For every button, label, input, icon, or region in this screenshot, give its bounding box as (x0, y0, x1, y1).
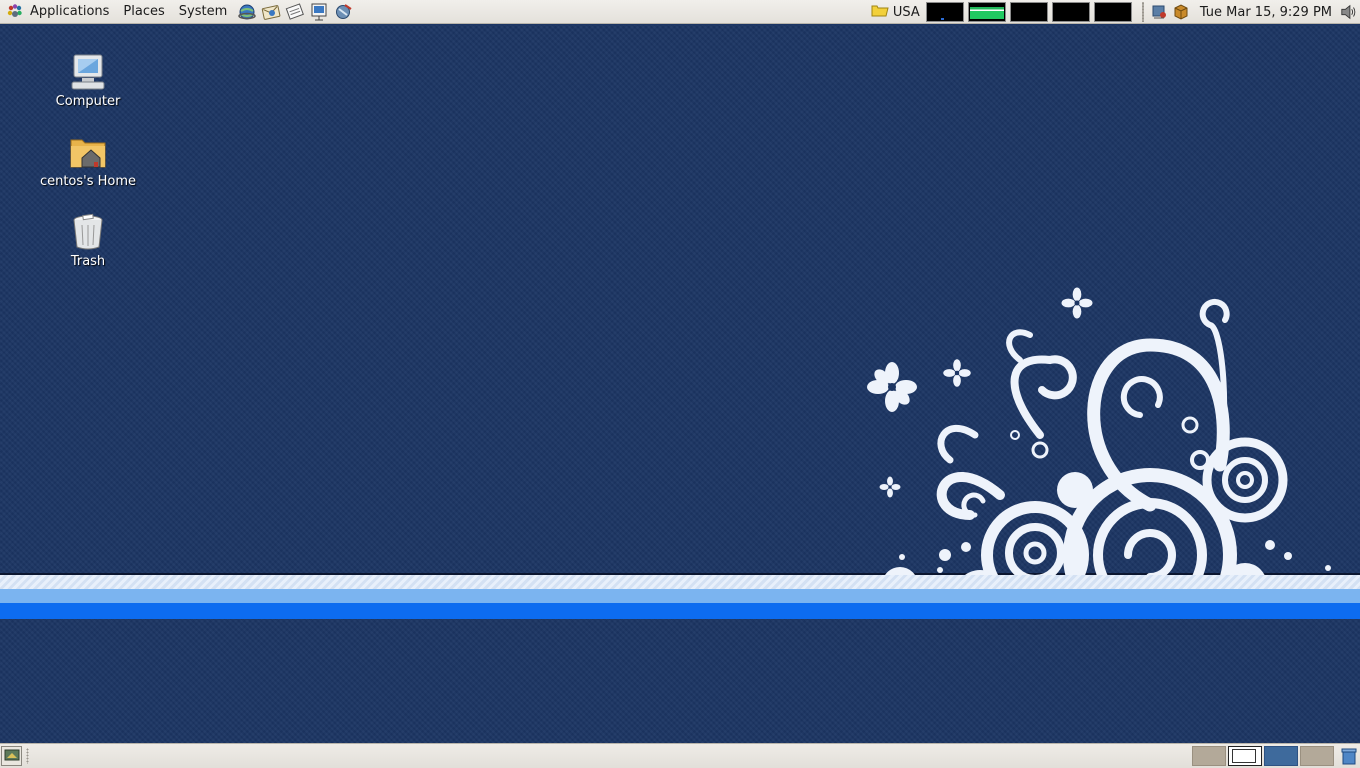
applications-menu-label: Applications (30, 3, 110, 19)
wallpaper-stripe-blue (0, 603, 1360, 619)
load-monitor-graph (1093, 2, 1132, 22)
network-manager-icon[interactable] (1150, 2, 1168, 22)
desktop-background[interactable] (0, 25, 1360, 743)
bottom-panel (0, 743, 1360, 768)
trash-applet-icon[interactable] (1339, 746, 1359, 766)
launchers (236, 2, 354, 22)
top-panel: Applications Places System USA Tue Mar 1… (0, 0, 1360, 24)
system-menu[interactable]: System (172, 0, 234, 24)
wallpaper-swirl-decoration (867, 287, 1331, 575)
keyboard-indicator[interactable]: USA (871, 3, 920, 21)
desktop-icon-trash[interactable]: Trash (33, 212, 143, 269)
folder-flag-icon (871, 3, 889, 21)
notes-icon[interactable] (284, 2, 306, 22)
notification-area: USA Tue Mar 15, 9:29 PM (871, 0, 1360, 24)
panel-drag-handle[interactable] (26, 748, 29, 764)
home-folder-icon (68, 132, 108, 172)
network-icon[interactable] (332, 2, 354, 22)
computer-icon (68, 52, 108, 92)
workspace-4[interactable] (1300, 746, 1334, 766)
workspace-1[interactable] (1192, 746, 1226, 766)
workspace-switcher (1192, 746, 1334, 766)
web-browser-icon[interactable] (236, 2, 258, 22)
package-updater-icon[interactable] (1172, 2, 1190, 22)
swap-monitor-graph (1051, 2, 1090, 22)
desktop-icon-computer[interactable]: Computer (33, 52, 143, 109)
network-monitor-graph (1009, 2, 1048, 22)
main-menu-bar: Applications Places System (0, 0, 234, 24)
panel-separator (1141, 2, 1144, 22)
desktop-icon-label: Trash (70, 254, 106, 269)
show-desktop-button[interactable] (1, 746, 22, 766)
desktop-icon-label: Computer (55, 94, 121, 109)
system-monitor[interactable] (925, 2, 1132, 22)
keyboard-layout-label: USA (892, 4, 920, 20)
clock[interactable]: Tue Mar 15, 9:29 PM (1200, 5, 1332, 20)
memory-monitor-graph (967, 2, 1006, 22)
wallpaper-stripe-light-blue (0, 589, 1360, 603)
gnome-foot-icon (6, 3, 24, 21)
workspace-3[interactable] (1264, 746, 1298, 766)
wallpaper-stripe-white (0, 575, 1360, 589)
trash-icon (68, 212, 108, 252)
show-desktop-icon (4, 747, 20, 766)
places-menu[interactable]: Places (116, 0, 171, 24)
workspace-2[interactable] (1228, 746, 1262, 766)
applications-menu[interactable]: Applications (0, 0, 116, 24)
cpu-monitor-graph (925, 2, 964, 22)
email-icon[interactable] (260, 2, 282, 22)
desktop-icon-home[interactable]: centos's Home (33, 132, 143, 189)
presentation-icon[interactable] (308, 2, 330, 22)
desktop-icon-label: centos's Home (39, 174, 137, 189)
volume-icon[interactable] (1340, 2, 1358, 22)
